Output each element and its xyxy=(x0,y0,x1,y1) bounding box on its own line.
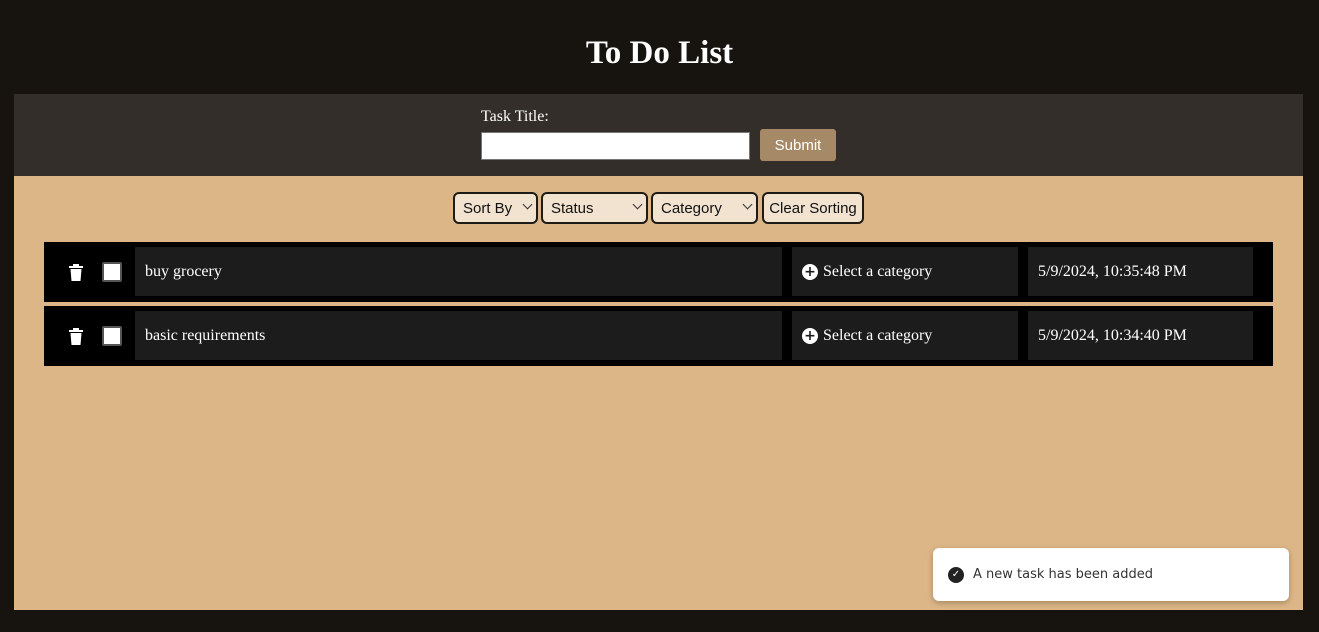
task-text[interactable]: buy grocery xyxy=(135,247,782,296)
task-timestamp: 5/9/2024, 10:34:40 PM xyxy=(1028,311,1253,360)
chevron-down-icon xyxy=(742,199,753,210)
chevron-down-icon xyxy=(632,199,643,210)
trash-icon[interactable] xyxy=(68,328,84,346)
task-row: basic requirements + Select a category 5… xyxy=(44,306,1273,366)
category-picker[interactable]: + Select a category xyxy=(792,247,1018,296)
category-label: Select a category xyxy=(823,326,933,344)
sort-by-label: Sort By xyxy=(463,199,513,217)
app-header: To Do List xyxy=(0,0,1319,94)
task-row: buy grocery + Select a category 5/9/2024… xyxy=(44,242,1273,302)
category-label: Category xyxy=(661,199,722,217)
toast-notification: ✓ A new task has been added xyxy=(933,548,1289,601)
trash-icon[interactable] xyxy=(68,264,84,282)
toast-message: A new task has been added xyxy=(973,567,1153,582)
status-select[interactable]: Status xyxy=(541,192,648,224)
page-title: To Do List xyxy=(585,35,734,71)
plus-circle-icon: + xyxy=(802,263,818,280)
task-timestamp: 5/9/2024, 10:35:48 PM xyxy=(1028,247,1253,296)
task-title-label: Task Title: xyxy=(481,108,549,125)
task-title-input[interactable] xyxy=(481,132,750,160)
sort-by-select[interactable]: Sort By xyxy=(453,192,538,224)
task-checkbox[interactable] xyxy=(102,262,122,282)
add-task-form: Task Title: Submit xyxy=(14,94,1303,176)
task-checkbox[interactable] xyxy=(102,326,122,346)
clear-sorting-button[interactable]: Clear Sorting xyxy=(762,192,864,224)
category-select[interactable]: Category xyxy=(651,192,758,224)
check-circle-icon: ✓ xyxy=(948,566,964,583)
category-label: Select a category xyxy=(823,262,933,280)
submit-button[interactable]: Submit xyxy=(760,129,836,161)
status-label: Status xyxy=(551,199,594,217)
plus-circle-icon: + xyxy=(802,327,818,344)
chevron-down-icon xyxy=(522,199,533,210)
task-area: Sort By Status Category Clear Sorting bu… xyxy=(14,176,1303,610)
category-picker[interactable]: + Select a category xyxy=(792,311,1018,360)
task-text[interactable]: basic requirements xyxy=(135,311,782,360)
